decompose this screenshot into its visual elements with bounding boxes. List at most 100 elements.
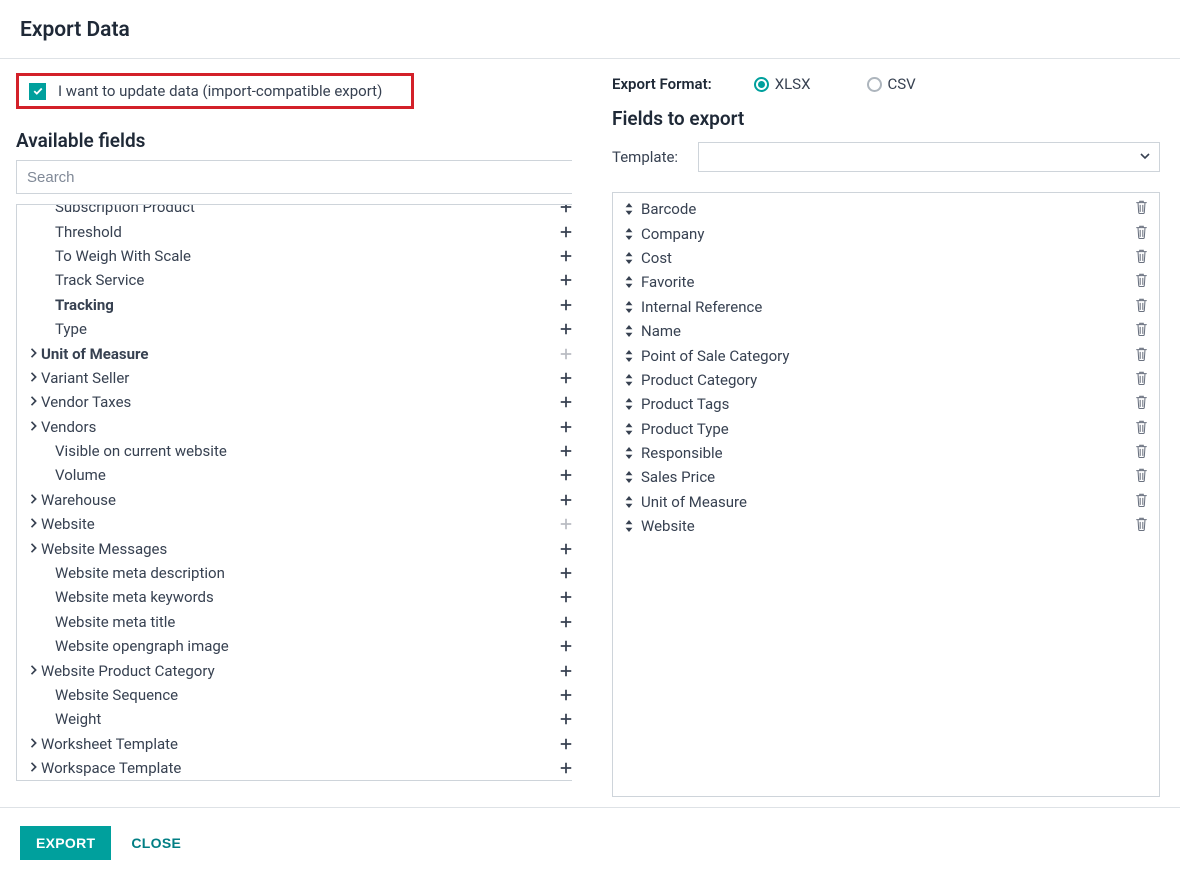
remove-field-icon[interactable] — [1135, 273, 1151, 291]
add-field-icon[interactable] — [557, 540, 572, 558]
available-field-row[interactable]: Website Sequence — [17, 683, 572, 707]
available-field-row[interactable]: Website opengraph image — [17, 634, 572, 658]
expand-icon[interactable] — [27, 394, 41, 410]
remove-field-icon[interactable] — [1135, 200, 1151, 218]
sort-handle-icon[interactable] — [621, 471, 637, 483]
available-field-row[interactable]: Type — [17, 317, 572, 341]
add-field-icon[interactable] — [557, 759, 572, 777]
available-field-row[interactable]: Website meta title — [17, 610, 572, 634]
add-field-icon[interactable] — [557, 204, 572, 216]
export-field-row[interactable]: Product Type — [621, 417, 1151, 441]
export-field-row[interactable]: Favorite — [621, 270, 1151, 294]
export-field-row[interactable]: Website — [621, 514, 1151, 538]
remove-field-icon[interactable] — [1135, 347, 1151, 365]
add-field-icon[interactable] — [557, 223, 572, 241]
template-select[interactable] — [698, 142, 1160, 172]
add-field-icon[interactable] — [557, 564, 572, 582]
add-field-icon[interactable] — [557, 710, 572, 728]
sort-handle-icon[interactable] — [621, 398, 637, 410]
expand-icon[interactable] — [27, 736, 41, 752]
remove-field-icon[interactable] — [1135, 298, 1151, 316]
add-field-icon[interactable] — [557, 613, 572, 631]
available-field-row[interactable]: Vendors — [17, 415, 572, 439]
remove-field-icon[interactable] — [1135, 517, 1151, 535]
add-field-icon[interactable] — [557, 588, 572, 606]
remove-field-icon[interactable] — [1135, 225, 1151, 243]
sort-handle-icon[interactable] — [621, 252, 637, 264]
available-field-row[interactable]: Workspace Template — [17, 756, 572, 780]
expand-icon[interactable] — [27, 663, 41, 679]
export-field-row[interactable]: Internal Reference — [621, 295, 1151, 319]
radio-csv[interactable]: CSV — [867, 75, 916, 93]
remove-field-icon[interactable] — [1135, 322, 1151, 340]
expand-icon[interactable] — [27, 419, 41, 435]
sort-handle-icon[interactable] — [621, 203, 637, 215]
sort-handle-icon[interactable] — [621, 325, 637, 337]
add-field-icon[interactable] — [557, 369, 572, 387]
export-field-row[interactable]: Product Category — [621, 368, 1151, 392]
available-field-row[interactable]: Website Product Category — [17, 658, 572, 682]
add-field-icon[interactable] — [557, 393, 572, 411]
expand-icon[interactable] — [27, 346, 41, 362]
available-field-row[interactable]: Vendor Taxes — [17, 390, 572, 414]
add-field-icon[interactable] — [557, 418, 572, 436]
sort-handle-icon[interactable] — [621, 374, 637, 386]
export-field-row[interactable]: Point of Sale Category — [621, 343, 1151, 367]
add-field-icon[interactable] — [557, 442, 572, 460]
available-field-row[interactable]: Warehouse — [17, 488, 572, 512]
add-field-icon[interactable] — [557, 637, 572, 655]
export-field-row[interactable]: Responsible — [621, 441, 1151, 465]
available-fields-list[interactable]: Subscription ProductThresholdTo Weigh Wi… — [16, 204, 572, 781]
add-field-icon[interactable] — [557, 662, 572, 680]
expand-icon[interactable] — [27, 541, 41, 557]
sort-handle-icon[interactable] — [621, 301, 637, 313]
available-field-row[interactable]: Weight — [17, 707, 572, 731]
remove-field-icon[interactable] — [1135, 249, 1151, 267]
update-data-checkbox[interactable] — [29, 83, 46, 100]
export-field-row[interactable]: Cost — [621, 246, 1151, 270]
export-field-row[interactable]: Barcode — [621, 197, 1151, 221]
close-button[interactable]: CLOSE — [125, 826, 187, 860]
available-field-row[interactable]: Website meta keywords — [17, 585, 572, 609]
available-field-row[interactable]: Tracking — [17, 293, 572, 317]
expand-icon[interactable] — [27, 492, 41, 508]
available-field-row[interactable]: Unit of Measure — [17, 341, 572, 365]
available-field-row[interactable]: Website meta description — [17, 561, 572, 585]
add-field-icon[interactable] — [557, 296, 572, 314]
remove-field-icon[interactable] — [1135, 395, 1151, 413]
add-field-icon[interactable] — [557, 320, 572, 338]
sort-handle-icon[interactable] — [621, 496, 637, 508]
add-field-icon[interactable] — [557, 735, 572, 753]
sort-handle-icon[interactable] — [621, 423, 637, 435]
available-field-row[interactable]: Subscription Product — [17, 204, 572, 219]
expand-icon[interactable] — [27, 516, 41, 532]
expand-icon[interactable] — [27, 760, 41, 776]
export-field-row[interactable]: Company — [621, 221, 1151, 245]
sort-handle-icon[interactable] — [621, 228, 637, 240]
available-field-row[interactable]: Track Service — [17, 268, 572, 292]
export-field-row[interactable]: Name — [621, 319, 1151, 343]
remove-field-icon[interactable] — [1135, 371, 1151, 389]
available-field-row[interactable]: Visible on current website — [17, 439, 572, 463]
add-field-icon[interactable] — [557, 686, 572, 704]
available-field-row[interactable]: Website Messages — [17, 536, 572, 560]
add-field-icon[interactable] — [557, 271, 572, 289]
sort-handle-icon[interactable] — [621, 350, 637, 362]
export-fields-list[interactable]: BarcodeCompanyCostFavoriteInternal Refer… — [612, 192, 1160, 797]
sort-handle-icon[interactable] — [621, 276, 637, 288]
remove-field-icon[interactable] — [1135, 493, 1151, 511]
export-field-row[interactable]: Sales Price — [621, 465, 1151, 489]
add-field-icon[interactable] — [557, 247, 572, 265]
export-button[interactable]: EXPORT — [20, 826, 111, 860]
remove-field-icon[interactable] — [1135, 420, 1151, 438]
search-input[interactable] — [16, 160, 572, 194]
available-field-row[interactable]: Volume — [17, 463, 572, 487]
expand-icon[interactable] — [27, 370, 41, 386]
available-field-row[interactable]: Variant Seller — [17, 366, 572, 390]
remove-field-icon[interactable] — [1135, 468, 1151, 486]
sort-handle-icon[interactable] — [621, 520, 637, 532]
export-field-row[interactable]: Product Tags — [621, 392, 1151, 416]
radio-xlsx[interactable]: XLSX — [754, 75, 811, 93]
sort-handle-icon[interactable] — [621, 447, 637, 459]
available-field-row[interactable]: Website — [17, 512, 572, 536]
